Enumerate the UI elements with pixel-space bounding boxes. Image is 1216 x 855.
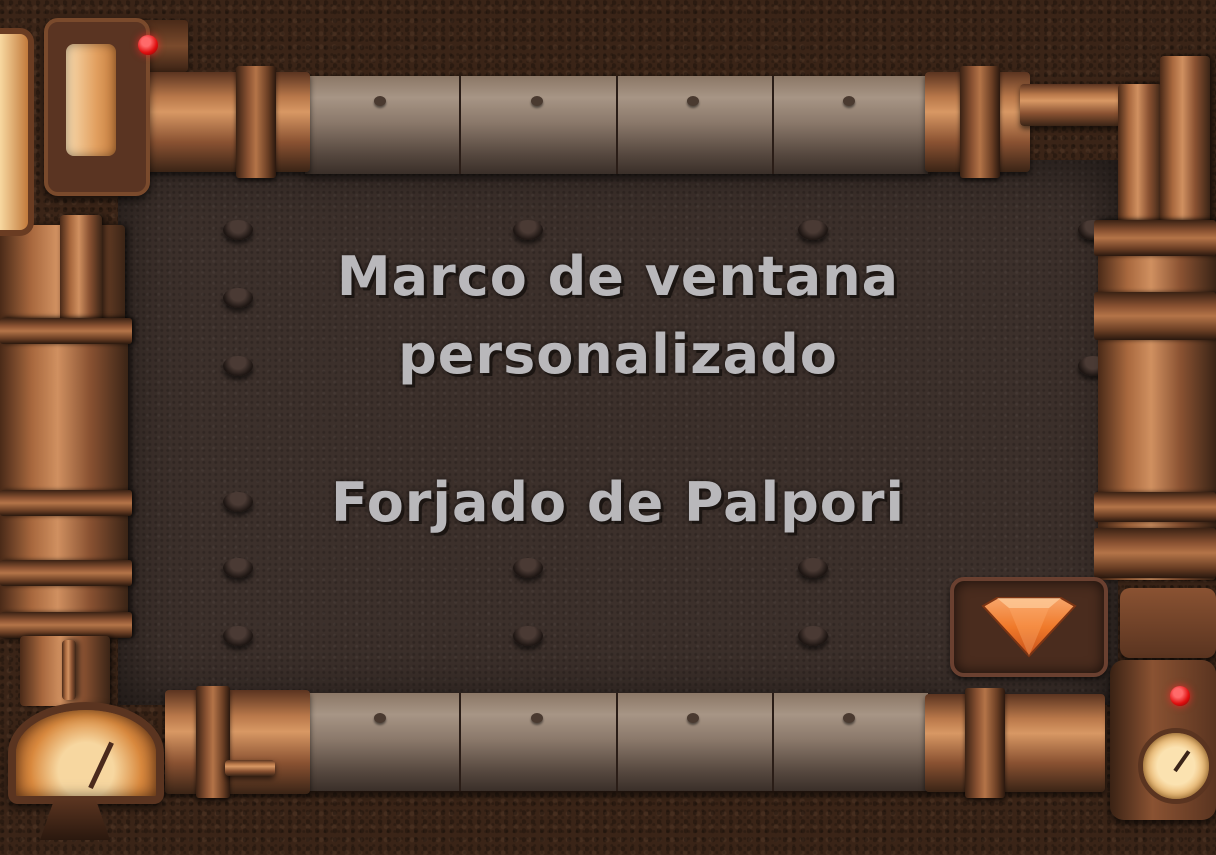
glass-window xyxy=(66,44,116,156)
elbow-pipe-down xyxy=(1118,84,1162,234)
glass-tube xyxy=(0,28,34,236)
pipe-flange xyxy=(1094,492,1216,522)
rivet xyxy=(513,220,543,240)
tube-housing xyxy=(44,18,150,196)
window-title-line-2: personalizado xyxy=(398,323,838,386)
pipe-flange xyxy=(1094,220,1216,256)
pipe-flange xyxy=(196,686,230,798)
left-cylinder xyxy=(0,318,128,638)
window-subtitle: Forjado de Palpori xyxy=(331,471,905,534)
pipe-flange xyxy=(960,66,1000,178)
rivet xyxy=(798,220,828,240)
orange-gem-down-arrow-icon xyxy=(981,597,1077,658)
pipe-flange xyxy=(236,66,276,178)
right-valve-box xyxy=(1120,588,1216,658)
rivet xyxy=(223,220,253,240)
left-small-pipe xyxy=(60,215,102,325)
pressure-gauge-icon xyxy=(1138,728,1214,804)
bottom-right-copper-pipe xyxy=(925,694,1105,792)
pipe-flange xyxy=(0,490,132,516)
gauge-stand xyxy=(40,800,110,840)
right-cylinder xyxy=(1098,220,1216,580)
bottom-left-copper-pipe xyxy=(165,690,310,794)
corner-pipe xyxy=(1160,56,1210,226)
rivet xyxy=(798,626,828,646)
rivet xyxy=(223,626,253,646)
scroll-down-button[interactable] xyxy=(950,577,1108,677)
red-indicator-lamp-icon xyxy=(1170,686,1190,706)
pressure-gauge-icon xyxy=(8,702,164,804)
pipe-flange xyxy=(1094,528,1216,578)
valve-handle xyxy=(225,760,275,776)
pipe-flange xyxy=(0,318,132,344)
top-left-copper-pipe xyxy=(140,72,310,172)
window-title-line-1: Marco de ventana xyxy=(336,245,900,308)
bottom-pipe xyxy=(305,693,930,791)
top-pipe xyxy=(305,76,930,174)
red-indicator-lamp-icon xyxy=(138,35,158,55)
left-thin-pipe xyxy=(62,640,76,700)
rivet xyxy=(223,558,253,578)
pipe-flange xyxy=(0,612,132,638)
pipe-flange xyxy=(1094,292,1216,340)
rivet xyxy=(513,626,543,646)
rivet xyxy=(513,558,543,578)
pipe-flange xyxy=(0,560,132,586)
pipe-flange xyxy=(965,688,1005,798)
rivet xyxy=(798,558,828,578)
